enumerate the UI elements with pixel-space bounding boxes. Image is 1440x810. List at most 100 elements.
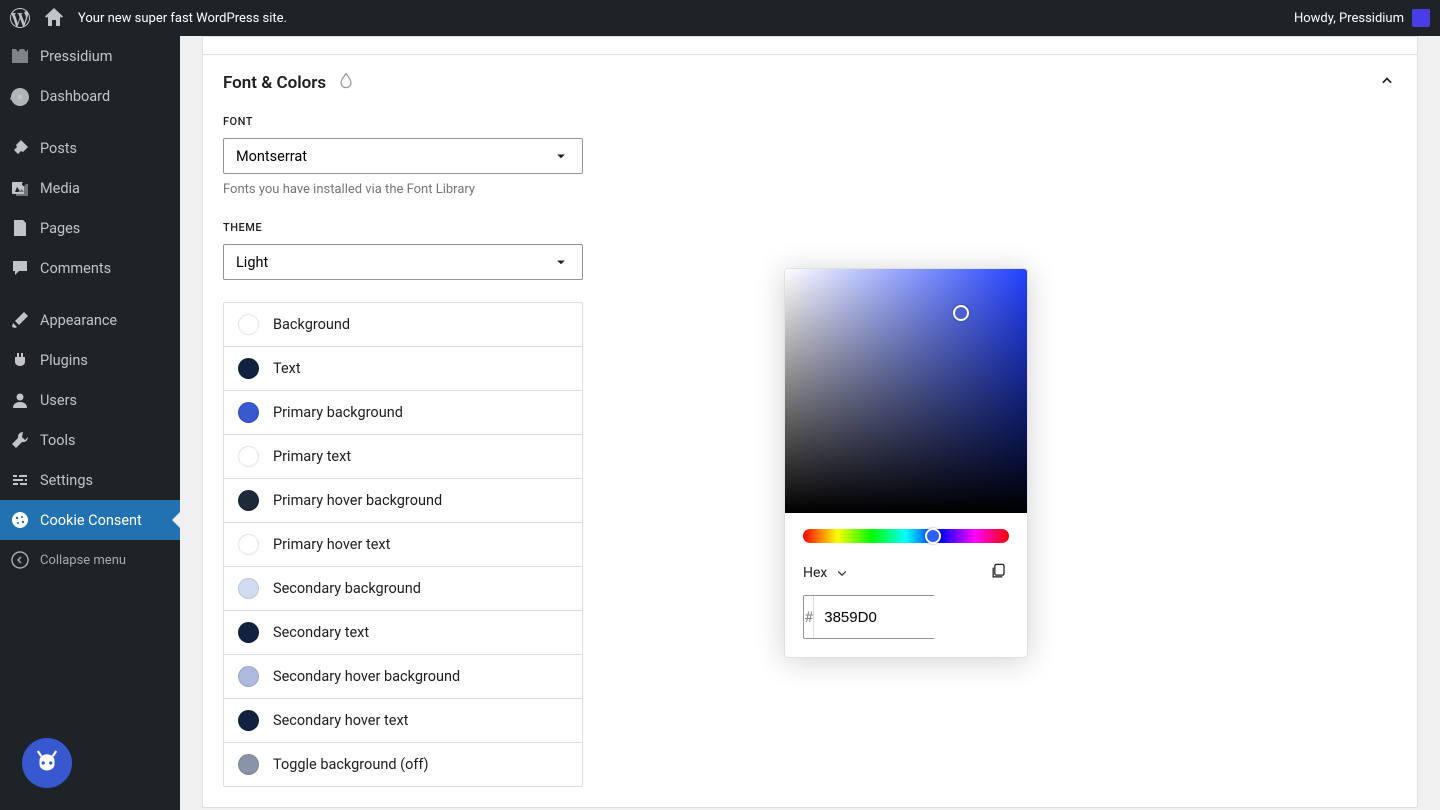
plug-icon [10,350,30,370]
color-row[interactable]: Secondary hover text [224,699,582,743]
hue-cursor[interactable] [925,528,941,544]
sidebar-item-label: Plugins [40,352,88,369]
color-swatch [238,402,259,423]
font-select-value: Montserrat [236,148,307,165]
sidebar-item-pressidium[interactable]: Pressidium [0,36,180,76]
color-label: Background [273,316,350,333]
admin-sidebar: Pressidium Dashboard Posts Media Pages C… [0,36,180,810]
sidebar-item-label: Cookie Consent [40,512,142,529]
sidebar-item-label: Users [40,392,77,409]
chevron-down-icon [552,147,570,165]
chevron-up-icon [1377,71,1397,95]
theme-select-value: Light [236,254,268,271]
color-row[interactable]: Primary hover background [224,479,582,523]
sidebar-item-label: Appearance [40,312,117,329]
color-swatch [238,578,259,599]
sidebar-item-label: Pressidium [40,48,113,65]
font-label: FONT [223,115,1397,128]
color-label: Primary text [273,448,351,465]
sidebar-item-label: Comments [40,260,111,277]
color-label: Primary hover text [273,536,390,553]
wrench-icon [10,430,30,450]
color-label: Text [273,360,301,377]
color-swatch [238,314,259,335]
color-label: Secondary text [273,624,369,641]
hue-slider[interactable] [803,529,1009,543]
droplet-icon [336,71,356,95]
color-swatch [238,490,259,511]
brush-icon [10,310,30,330]
saturation-area[interactable] [785,269,1028,513]
color-row[interactable]: Primary text [224,435,582,479]
color-row[interactable]: Primary hover text [224,523,582,567]
copy-button[interactable] [989,561,1009,585]
sidebar-item-settings[interactable]: Settings [0,460,180,500]
sidebar-item-plugins[interactable]: Plugins [0,340,180,380]
color-list: Background Text Primary background Primary … [223,302,583,787]
sidebar-item-cookie-consent[interactable]: Cookie Consent [0,500,180,540]
color-row[interactable]: Toggle background (off) [224,743,582,786]
hex-input[interactable] [814,596,1028,638]
font-select[interactable]: Montserrat [223,138,583,174]
theme-label: THEME [223,221,1397,234]
chevron-down-icon [552,253,570,271]
format-label: Hex [803,565,827,581]
panel-header[interactable]: Font & Colors [203,55,1417,111]
floating-help-button[interactable] [22,738,72,788]
sidebar-item-label: Tools [40,432,76,449]
sidebar-item-users[interactable]: Users [0,380,180,420]
color-label: Secondary background [273,580,421,597]
cookie-icon [10,510,30,530]
color-label: Primary background [273,404,403,421]
color-row[interactable]: Secondary text [224,611,582,655]
sidebar-item-label: Settings [40,472,93,489]
color-swatch [238,622,259,643]
dashboard-icon [10,86,30,106]
sidebar-item-posts[interactable]: Posts [0,128,180,168]
user-icon [10,390,30,410]
color-row[interactable]: Background [224,303,582,347]
hash-prefix: # [804,596,814,638]
media-icon [10,178,30,198]
color-swatch [238,754,259,775]
color-swatch [238,358,259,379]
sidebar-item-media[interactable]: Media [0,168,180,208]
site-title-link[interactable]: Your new super fast WordPress site. [78,11,287,26]
theme-select[interactable]: Light [223,244,583,280]
account-link[interactable]: Howdy, Pressidium [1294,9,1430,27]
sidebar-item-comments[interactable]: Comments [0,248,180,288]
pages-icon [10,218,30,238]
color-label: Toggle background (off) [273,756,429,773]
sidebar-item-dashboard[interactable]: Dashboard [0,76,180,116]
sidebar-item-label: Dashboard [40,88,110,105]
mascot-icon [32,748,62,778]
color-label: Secondary hover text [273,712,408,729]
font-hint: Fonts you have installed via the Font Li… [223,182,1397,197]
color-label: Secondary hover background [273,668,460,685]
color-row[interactable]: Secondary background [224,567,582,611]
hex-input-wrap: # [803,595,935,639]
pressidium-logo-icon [10,46,30,66]
color-row[interactable]: Primary background [224,391,582,435]
sidebar-item-tools[interactable]: Tools [0,420,180,460]
main-content: Font & Colors FONT Montserrat Fonts you … [180,36,1440,810]
wp-logo-icon[interactable] [10,8,30,28]
color-swatch [238,710,259,731]
collapse-menu-button[interactable]: Collapse menu [0,540,180,580]
collapse-icon [10,550,30,570]
color-row[interactable]: Text [224,347,582,391]
sliders-icon [10,470,30,490]
saturation-cursor[interactable] [953,305,969,321]
sidebar-item-label: Posts [40,140,77,157]
sidebar-item-appearance[interactable]: Appearance [0,300,180,340]
admin-bar: Your new super fast WordPress site. Howd… [0,0,1440,36]
panel-title: Font & Colors [223,73,326,93]
comment-icon [10,258,30,278]
format-select[interactable]: Hex [803,564,851,582]
sidebar-item-pages[interactable]: Pages [0,208,180,248]
home-icon[interactable] [44,8,64,28]
chevron-down-icon [833,564,851,582]
pin-icon [10,138,30,158]
color-row[interactable]: Secondary hover background [224,655,582,699]
color-label: Primary hover background [273,492,442,509]
